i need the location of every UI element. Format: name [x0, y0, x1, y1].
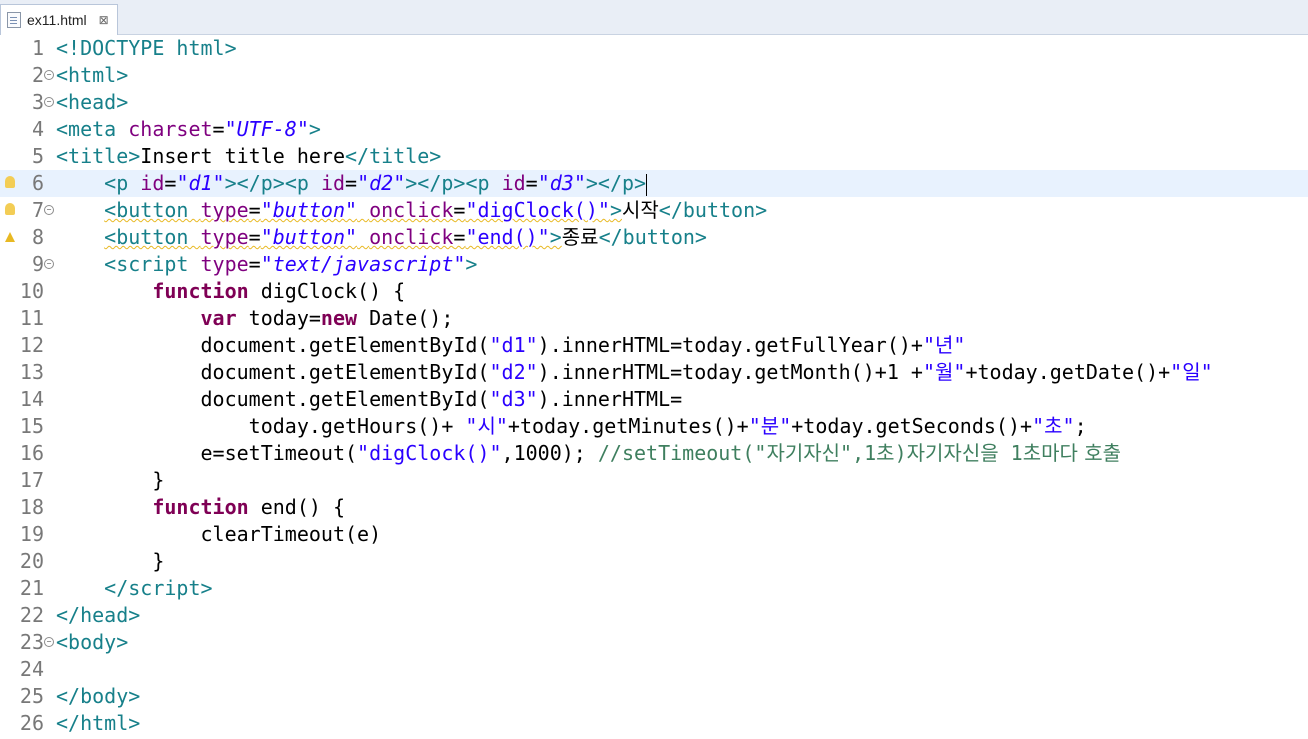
- line-number: 13: [19, 360, 44, 384]
- tab-ex11-html[interactable]: ex11.html ⊠: [0, 4, 118, 35]
- code-line[interactable]: 17 }: [0, 467, 1308, 494]
- code-line[interactable]: 8 <button type="button" onclick="end()">…: [0, 224, 1308, 251]
- code-text[interactable]: e=setTimeout("digClock()",1000); //setTi…: [56, 440, 1121, 467]
- code-line[interactable]: 12 document.getElementById("d1").innerHT…: [0, 332, 1308, 359]
- code-line[interactable]: 10 function digClock() {: [0, 278, 1308, 305]
- line-number: 2: [31, 63, 44, 87]
- code-text[interactable]: </html>: [56, 710, 140, 737]
- code-text[interactable]: }: [56, 548, 164, 575]
- code-line[interactable]: 4 <meta charset="UTF-8">: [0, 116, 1308, 143]
- line-number: 5: [31, 144, 44, 168]
- line-number: 11: [19, 306, 44, 330]
- line-number: 23: [19, 630, 44, 654]
- line-number: 15: [19, 414, 44, 438]
- line-number: 25: [19, 684, 44, 708]
- fold-toggle-icon[interactable]: −: [44, 259, 54, 269]
- code-line[interactable]: 18 function end() {: [0, 494, 1308, 521]
- editor-tab-bar: ex11.html ⊠: [0, 0, 1308, 35]
- code-editor[interactable]: 1 <!DOCTYPE html> 2− <html> 3− <head> 4 <meta c…: [0, 35, 1308, 739]
- code-line[interactable]: 25 </body>: [0, 683, 1308, 710]
- line-number: 17: [19, 468, 44, 492]
- line-number: 6: [31, 171, 44, 195]
- code-line[interactable]: 6 <p id="d1"></p><p id="d2"></p><p id="d…: [0, 170, 1308, 197]
- line-number: 24: [19, 657, 44, 681]
- code-line[interactable]: 9− <script type="text/javascript">: [0, 251, 1308, 278]
- quick-fix-warning-icon[interactable]: [5, 176, 15, 188]
- line-number: 8: [31, 225, 44, 249]
- code-line[interactable]: 5 <title>Insert title here</title>: [0, 143, 1308, 170]
- warning-icon[interactable]: [5, 232, 15, 242]
- tab-label: ex11.html: [27, 12, 87, 28]
- code-text[interactable]: <button type="button" onclick="end()">종료…: [56, 224, 707, 251]
- html-file-icon: [7, 12, 21, 28]
- line-number: 7: [31, 198, 44, 222]
- line-number: 9: [31, 252, 44, 276]
- code-text[interactable]: <button type="button" onclick="digClock(…: [56, 197, 767, 224]
- quick-fix-warning-icon[interactable]: [5, 203, 15, 215]
- code-text[interactable]: <body>: [56, 629, 128, 656]
- line-number: 20: [19, 549, 44, 573]
- line-number: 21: [19, 576, 44, 600]
- code-line[interactable]: 14 document.getElementById("d3").innerHT…: [0, 386, 1308, 413]
- fold-toggle-icon[interactable]: −: [44, 205, 54, 215]
- code-line[interactable]: 7− <button type="button" onclick="digClo…: [0, 197, 1308, 224]
- code-text[interactable]: var today=new Date();: [56, 305, 454, 332]
- line-number: 14: [19, 387, 44, 411]
- code-text[interactable]: <!DOCTYPE html>: [56, 35, 237, 62]
- code-line[interactable]: 11 var today=new Date();: [0, 305, 1308, 332]
- code-line[interactable]: 1 <!DOCTYPE html>: [0, 35, 1308, 62]
- code-text[interactable]: </head>: [56, 602, 140, 629]
- code-line[interactable]: 19 clearTimeout(e): [0, 521, 1308, 548]
- code-line[interactable]: 13 document.getElementById("d2").innerHT…: [0, 359, 1308, 386]
- code-text[interactable]: }: [56, 467, 164, 494]
- fold-toggle-icon[interactable]: −: [44, 637, 54, 647]
- code-line[interactable]: 22 </head>: [0, 602, 1308, 629]
- code-line[interactable]: 24: [0, 656, 1308, 683]
- code-text[interactable]: today.getHours()+ "시"+today.getMinutes()…: [56, 413, 1087, 440]
- close-tab-icon[interactable]: ⊠: [99, 13, 109, 27]
- code-line[interactable]: 3− <head>: [0, 89, 1308, 116]
- code-text[interactable]: <script type="text/javascript">: [56, 251, 477, 278]
- line-number: 4: [31, 117, 44, 141]
- code-line[interactable]: 2− <html>: [0, 62, 1308, 89]
- fold-toggle-icon[interactable]: −: [44, 97, 54, 107]
- code-text[interactable]: clearTimeout(e): [56, 521, 381, 548]
- fold-toggle-icon[interactable]: −: [44, 70, 54, 80]
- code-text[interactable]: document.getElementById("d1").innerHTML=…: [56, 332, 965, 359]
- code-text[interactable]: document.getElementById("d3").innerHTML=: [56, 386, 682, 413]
- code-text[interactable]: </body>: [56, 683, 140, 710]
- line-number: 10: [19, 279, 44, 303]
- line-number: 22: [19, 603, 44, 627]
- code-line[interactable]: 23− <body>: [0, 629, 1308, 656]
- line-number: 3: [31, 90, 44, 114]
- code-text[interactable]: function digClock() {: [56, 278, 405, 305]
- code-text[interactable]: document.getElementById("d2").innerHTML=…: [56, 359, 1212, 386]
- code-text[interactable]: <title>Insert title here</title>: [56, 143, 441, 170]
- line-number: 19: [19, 522, 44, 546]
- code-line[interactable]: 15 today.getHours()+ "시"+today.getMinute…: [0, 413, 1308, 440]
- line-number: 16: [19, 441, 44, 465]
- code-text[interactable]: </script>: [56, 575, 212, 602]
- code-line[interactable]: 21 </script>: [0, 575, 1308, 602]
- code-text[interactable]: <html>: [56, 62, 128, 89]
- code-line[interactable]: 26 </html>: [0, 710, 1308, 737]
- code-text[interactable]: <p id="d1"></p><p id="d2"></p><p id="d3"…: [56, 170, 648, 197]
- code-line[interactable]: 20 }: [0, 548, 1308, 575]
- line-number: 18: [19, 495, 44, 519]
- line-number: 26: [19, 711, 44, 735]
- code-text[interactable]: <head>: [56, 89, 128, 116]
- code-line[interactable]: 16 e=setTimeout("digClock()",1000); //se…: [0, 440, 1308, 467]
- line-number: 12: [19, 333, 44, 357]
- code-text[interactable]: <meta charset="UTF-8">: [56, 116, 321, 143]
- line-number: 1: [31, 36, 44, 60]
- code-text[interactable]: function end() {: [56, 494, 345, 521]
